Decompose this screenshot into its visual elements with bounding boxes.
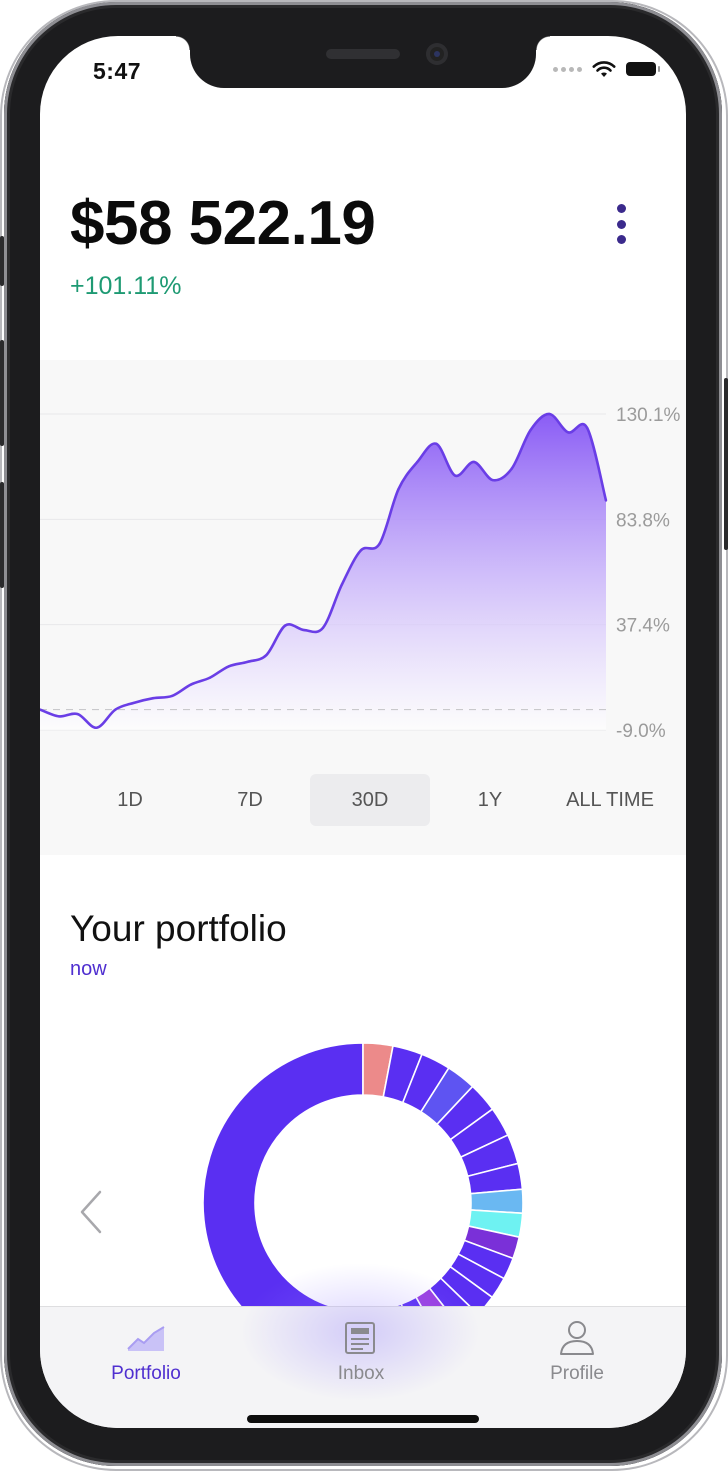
data-point bbox=[416, 460, 419, 464]
wifi-icon bbox=[592, 61, 616, 77]
power-button bbox=[724, 378, 728, 550]
range-1d-button[interactable]: 1D bbox=[70, 774, 190, 826]
tab-label-inbox: Inbox bbox=[337, 1363, 385, 1384]
portfolio-title: Your portfolio bbox=[70, 908, 287, 949]
range-7d-button[interactable]: 7D bbox=[190, 774, 310, 826]
data-point bbox=[95, 726, 98, 729]
data-point bbox=[114, 708, 117, 711]
data-point bbox=[227, 665, 230, 668]
performance-chart-svg: 130.1% 83.8% 37.4% -9.0% bbox=[40, 405, 681, 742]
data-point bbox=[453, 474, 457, 477]
person-icon bbox=[560, 1321, 594, 1355]
volume-up-button bbox=[0, 340, 4, 446]
range-all-time-button[interactable]: ALL TIME bbox=[550, 774, 670, 826]
screen: 5:47 $58 522.19 +101.11% 130.1% 83.8% 37.4… bbox=[40, 36, 686, 1428]
data-point bbox=[152, 696, 155, 700]
performance-chart[interactable]: 130.1% 83.8% 37.4% -9.0% 1D 7D 30D 1Y ALL TIME bbox=[40, 360, 686, 855]
data-point bbox=[472, 460, 476, 464]
signal-icon bbox=[553, 66, 582, 72]
data-point bbox=[397, 487, 400, 491]
data-point bbox=[435, 442, 438, 445]
area-fill bbox=[40, 413, 606, 730]
balance-change-percent: +101.11% bbox=[70, 272, 182, 300]
status-time: 5:47 bbox=[93, 58, 142, 84]
data-point bbox=[510, 467, 513, 470]
data-point bbox=[359, 549, 362, 552]
tab-portfolio[interactable]: Portfolio bbox=[66, 1317, 226, 1385]
earpiece-speaker bbox=[326, 49, 400, 59]
data-point bbox=[529, 428, 532, 432]
mute-switch bbox=[0, 236, 4, 286]
data-point bbox=[321, 626, 325, 629]
chart-icon bbox=[127, 1326, 165, 1351]
data-point bbox=[548, 412, 551, 416]
tab-label-portfolio: Portfolio bbox=[111, 1363, 181, 1384]
volume-down-button bbox=[0, 482, 4, 588]
y-tick-label: 130.1% bbox=[616, 405, 681, 426]
notch bbox=[176, 36, 550, 88]
data-point bbox=[208, 676, 211, 679]
y-tick-label: -9.0% bbox=[616, 721, 666, 742]
data-point bbox=[567, 431, 570, 434]
data-point bbox=[76, 712, 79, 716]
battery-icon bbox=[626, 62, 660, 76]
tab-inbox[interactable]: Inbox bbox=[281, 1317, 441, 1385]
tab-label-profile: Profile bbox=[550, 1363, 604, 1384]
home-indicator bbox=[247, 1415, 479, 1423]
data-point bbox=[170, 694, 174, 698]
y-tick-label: 83.8% bbox=[616, 510, 670, 531]
range-30d-button[interactable]: 30D bbox=[310, 774, 430, 826]
data-point bbox=[378, 542, 381, 545]
data-point bbox=[284, 624, 287, 627]
tab-profile[interactable]: Profile bbox=[497, 1317, 657, 1385]
newspaper-icon bbox=[345, 1322, 375, 1354]
data-point bbox=[491, 478, 494, 482]
range-1y-button[interactable]: 1Y bbox=[430, 774, 550, 826]
data-point bbox=[265, 653, 268, 657]
time-range-selector: 1D 7D 30D 1Y ALL TIME bbox=[70, 774, 670, 826]
more-vertical-icon[interactable] bbox=[608, 200, 634, 248]
front-camera bbox=[426, 43, 448, 65]
portfolio-timestamp: now bbox=[70, 958, 107, 980]
data-point bbox=[604, 499, 608, 502]
data-point bbox=[57, 715, 61, 718]
data-point bbox=[133, 701, 136, 704]
data-point bbox=[585, 426, 589, 430]
status-icons bbox=[553, 60, 660, 78]
data-point bbox=[189, 683, 193, 686]
tab-bar: Portfolio Inbox Profile bbox=[40, 1257, 686, 1428]
data-point bbox=[302, 628, 306, 632]
data-point bbox=[246, 660, 249, 664]
data-point bbox=[340, 583, 344, 586]
y-tick-label: 37.4% bbox=[616, 616, 670, 637]
chevron-left-icon[interactable] bbox=[74, 1188, 110, 1240]
portfolio-balance: $58 522.19 bbox=[70, 189, 376, 258]
